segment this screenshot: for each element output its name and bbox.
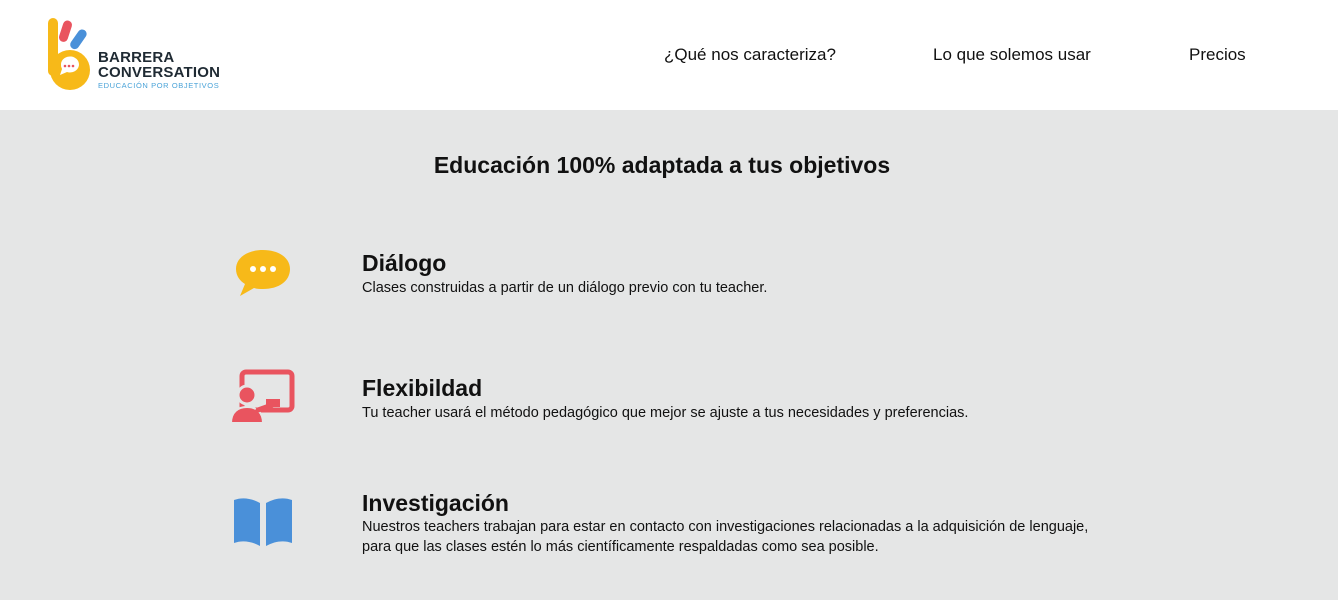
- chat-bubble-icon: [236, 250, 290, 296]
- feature-title: Flexibildad: [362, 375, 483, 401]
- nav-link-caracteriza[interactable]: ¿Qué nos caracteriza?: [664, 45, 836, 65]
- open-book-icon: [234, 498, 292, 546]
- brand-tagline: EDUCACIÓN POR OBJETIVOS: [98, 81, 220, 90]
- section-title: Educación 100% adaptada a tus objetivos: [433, 152, 891, 178]
- teacher-board-icon: [229, 369, 295, 424]
- main-nav: ¿Qué nos caracteriza? Lo que solemos usa…: [0, 45, 1338, 67]
- nav-link-precios[interactable]: Precios: [1189, 45, 1246, 65]
- feature-description-line1: Nuestros teachers trabajan para estar en…: [362, 519, 1089, 535]
- site-header: BARRERA CONVERSATION EDUCACIÓN POR OBJET…: [0, 0, 1338, 110]
- feature-description-line2: para que las clases estén lo más científ…: [362, 539, 879, 555]
- feature-description: Tu teacher usará el método pedagógico qu…: [362, 405, 969, 421]
- feature-description: Clases construidas a partir de un diálog…: [362, 280, 768, 296]
- nav-link-solemos-usar[interactable]: Lo que solemos usar: [933, 45, 1091, 65]
- feature-title: Investigación: [362, 490, 509, 516]
- feature-title: Diálogo: [362, 250, 447, 276]
- feature-description: Nuestros teachers trabajan para estar en…: [362, 517, 1162, 557]
- brand-name-line2: CONVERSATION: [98, 64, 221, 81]
